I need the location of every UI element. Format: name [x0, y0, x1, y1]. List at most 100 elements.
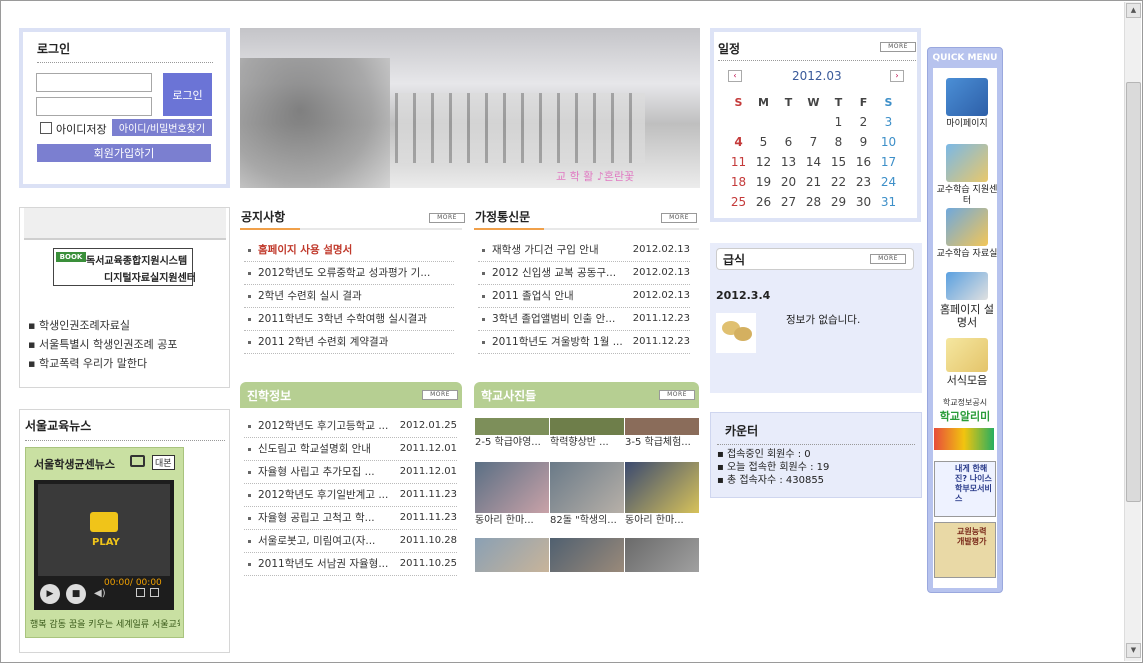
calendar-day[interactable]	[726, 112, 751, 132]
calendar-day[interactable]: 31	[876, 192, 901, 212]
login-button[interactable]: 로그인	[163, 73, 212, 116]
username-input[interactable]	[36, 73, 152, 92]
meal-more-button[interactable]: MORE	[870, 254, 906, 264]
calendar-day[interactable]: 7	[801, 132, 826, 152]
calendar-day[interactable]	[751, 112, 776, 132]
calendar-day[interactable]: 17	[876, 152, 901, 172]
calendar-day[interactable]: 25	[726, 192, 751, 212]
scroll-up-button[interactable]: ▲	[1126, 3, 1141, 18]
career-more-button[interactable]: MORE	[422, 390, 458, 400]
career-item[interactable]: 2011학년도 서남권 자율형... 2011.10.25	[244, 553, 457, 576]
calendar-day[interactable]: 27	[776, 192, 801, 212]
fullscreen-icon[interactable]	[136, 588, 145, 597]
settings-icon[interactable]	[150, 588, 159, 597]
photo-item[interactable]: 학력향상반 ...	[550, 418, 624, 450]
left-link[interactable]: ▪ 학생인권조례자료실	[28, 317, 178, 336]
password-input[interactable]	[36, 97, 152, 116]
notice-item[interactable]: 홈페이지 사용 설명서	[244, 239, 454, 262]
school-alimi-link[interactable]: 학교정보공시 학교알리미	[934, 397, 996, 457]
notice-item[interactable]: 2011 2학년 수련회 계약결과	[244, 331, 454, 354]
next-month-button[interactable]: ›	[890, 70, 904, 82]
photo-item[interactable]: 동아리 한마...	[475, 462, 549, 528]
career-item[interactable]: 신도림고 학교설명회 안내 2011.12.01	[244, 438, 457, 461]
family-item[interactable]: 2011학년도 겨울방학 1월 ... 2011.12.23	[478, 331, 690, 354]
photo-item[interactable]: 2-5 학급야영...	[475, 418, 549, 450]
calendar-day[interactable]: 13	[776, 152, 801, 172]
left-link[interactable]: ▪ 서울특별시 학생인권조례 공포	[28, 336, 178, 355]
join-button[interactable]: 회원가입하기	[37, 144, 211, 162]
notice-item[interactable]: 2학년 수련회 실시 결과	[244, 285, 454, 308]
meal-icon	[716, 313, 756, 353]
calendar-day[interactable]	[776, 112, 801, 132]
reading-system-banner[interactable]: BOOK 독서교육종합지원시스템 디지털자료실지원센터	[53, 248, 196, 286]
quick-mypage[interactable]: 마이페이지	[936, 78, 998, 130]
news-title: 서울교육뉴스	[25, 419, 92, 433]
calendar-day[interactable]: 6	[776, 132, 801, 152]
video-player[interactable]: PLAY 00:00/ 00:00 ▶ ■ ◀)	[34, 480, 174, 610]
photos-more-button[interactable]: MORE	[659, 390, 695, 400]
calendar-day[interactable]: 16	[851, 152, 876, 172]
family-more-button[interactable]: MORE	[661, 213, 697, 223]
calendar-day[interactable]: 23	[851, 172, 876, 192]
left-link[interactable]: ▪ 학교폭력 우리가 말한다	[28, 355, 178, 374]
family-item[interactable]: 2011 졸업식 안내 2012.02.13	[478, 285, 690, 308]
calendar-day[interactable]: 14	[801, 152, 826, 172]
career-item[interactable]: 서울로봇고, 미림여고(자... 2011.10.28	[244, 530, 457, 553]
parent-service-link[interactable]: 내게 한해진? 나이스 학부모서비스	[934, 461, 996, 517]
calendar-day[interactable]: 19	[751, 172, 776, 192]
career-item[interactable]: 2012학년도 후기고등학교 ... 2012.01.25	[244, 415, 457, 438]
header-bar	[24, 208, 226, 240]
quick-teaching-center[interactable]: 교수학습 지원센터	[936, 144, 998, 207]
find-account-button[interactable]: 아이디/비밀번호찾기	[112, 119, 212, 136]
prev-month-button[interactable]: ‹	[728, 70, 742, 82]
career-item[interactable]: 자율형 공립고 고척고 학... 2011.11.23	[244, 507, 457, 530]
photo-item[interactable]: 동아리 한마...	[625, 462, 699, 528]
photo-item[interactable]	[625, 538, 699, 572]
calendar-day[interactable]: 20	[776, 172, 801, 192]
vertical-scrollbar[interactable]: ▲ ▼	[1124, 2, 1141, 661]
family-item[interactable]: 재학생 가디건 구입 안내 2012.02.13	[478, 239, 690, 262]
calendar-day[interactable]: 28	[801, 192, 826, 212]
calendar-day[interactable]: 18	[726, 172, 751, 192]
family-item[interactable]: 3학년 졸업앨범비 인출 안... 2011.12.23	[478, 308, 690, 331]
calendar-day[interactable]: 21	[801, 172, 826, 192]
calendar-day[interactable]: 12	[751, 152, 776, 172]
calendar-day[interactable]: 11	[726, 152, 751, 172]
calendar-day[interactable]	[801, 112, 826, 132]
calendar-day[interactable]: 3	[876, 112, 901, 132]
notice-item[interactable]: 2012학년도 오류중학교 성과평가 기...	[244, 262, 454, 285]
calendar-day[interactable]: 1	[826, 112, 851, 132]
calendar-day[interactable]: 4	[726, 132, 751, 152]
scroll-down-button[interactable]: ▼	[1126, 643, 1141, 658]
volume-icon[interactable]: ◀)	[94, 588, 106, 599]
play-button[interactable]: ▶	[40, 584, 60, 604]
save-id-checkbox[interactable]	[40, 122, 52, 134]
calendar-day[interactable]: 29	[826, 192, 851, 212]
calendar-day[interactable]: 30	[851, 192, 876, 212]
scroll-thumb[interactable]	[1126, 82, 1141, 502]
quick-homepage-guide[interactable]: 홈페이지 설명서	[936, 272, 998, 329]
calendar-day[interactable]: 22	[826, 172, 851, 192]
calendar-day[interactable]: 10	[876, 132, 901, 152]
schedule-more-button[interactable]: MORE	[880, 42, 916, 52]
family-item[interactable]: 2012 신입생 교복 공동구... 2012.02.13	[478, 262, 690, 285]
quick-forms[interactable]: 서식모음	[936, 338, 998, 386]
photo-item[interactable]	[475, 538, 549, 572]
notice-more-button[interactable]: MORE	[429, 213, 465, 223]
calendar-day[interactable]: 15	[826, 152, 851, 172]
career-item[interactable]: 자율형 사립고 추가모집 ... 2011.12.01	[244, 461, 457, 484]
photo-item[interactable]	[550, 538, 624, 572]
career-item[interactable]: 2012학년도 후기일반계고 ... 2011.11.23	[244, 484, 457, 507]
quick-teaching-resources[interactable]: 교수학습 자료실	[936, 208, 998, 260]
calendar-day[interactable]: 9	[851, 132, 876, 152]
calendar-day[interactable]: 8	[826, 132, 851, 152]
stop-button[interactable]: ■	[66, 584, 86, 604]
calendar-day[interactable]: 5	[751, 132, 776, 152]
notice-item[interactable]: 2011학년도 3학년 수학여행 실시결과	[244, 308, 454, 331]
photo-item[interactable]: 3-5 학급체험...	[625, 418, 699, 450]
teacher-eval-link[interactable]: 교원능력개발평가	[934, 522, 996, 578]
photo-item[interactable]: 82돌 "학생의...	[550, 462, 624, 528]
calendar-day[interactable]: 2	[851, 112, 876, 132]
calendar-day[interactable]: 24	[876, 172, 901, 192]
calendar-day[interactable]: 26	[751, 192, 776, 212]
